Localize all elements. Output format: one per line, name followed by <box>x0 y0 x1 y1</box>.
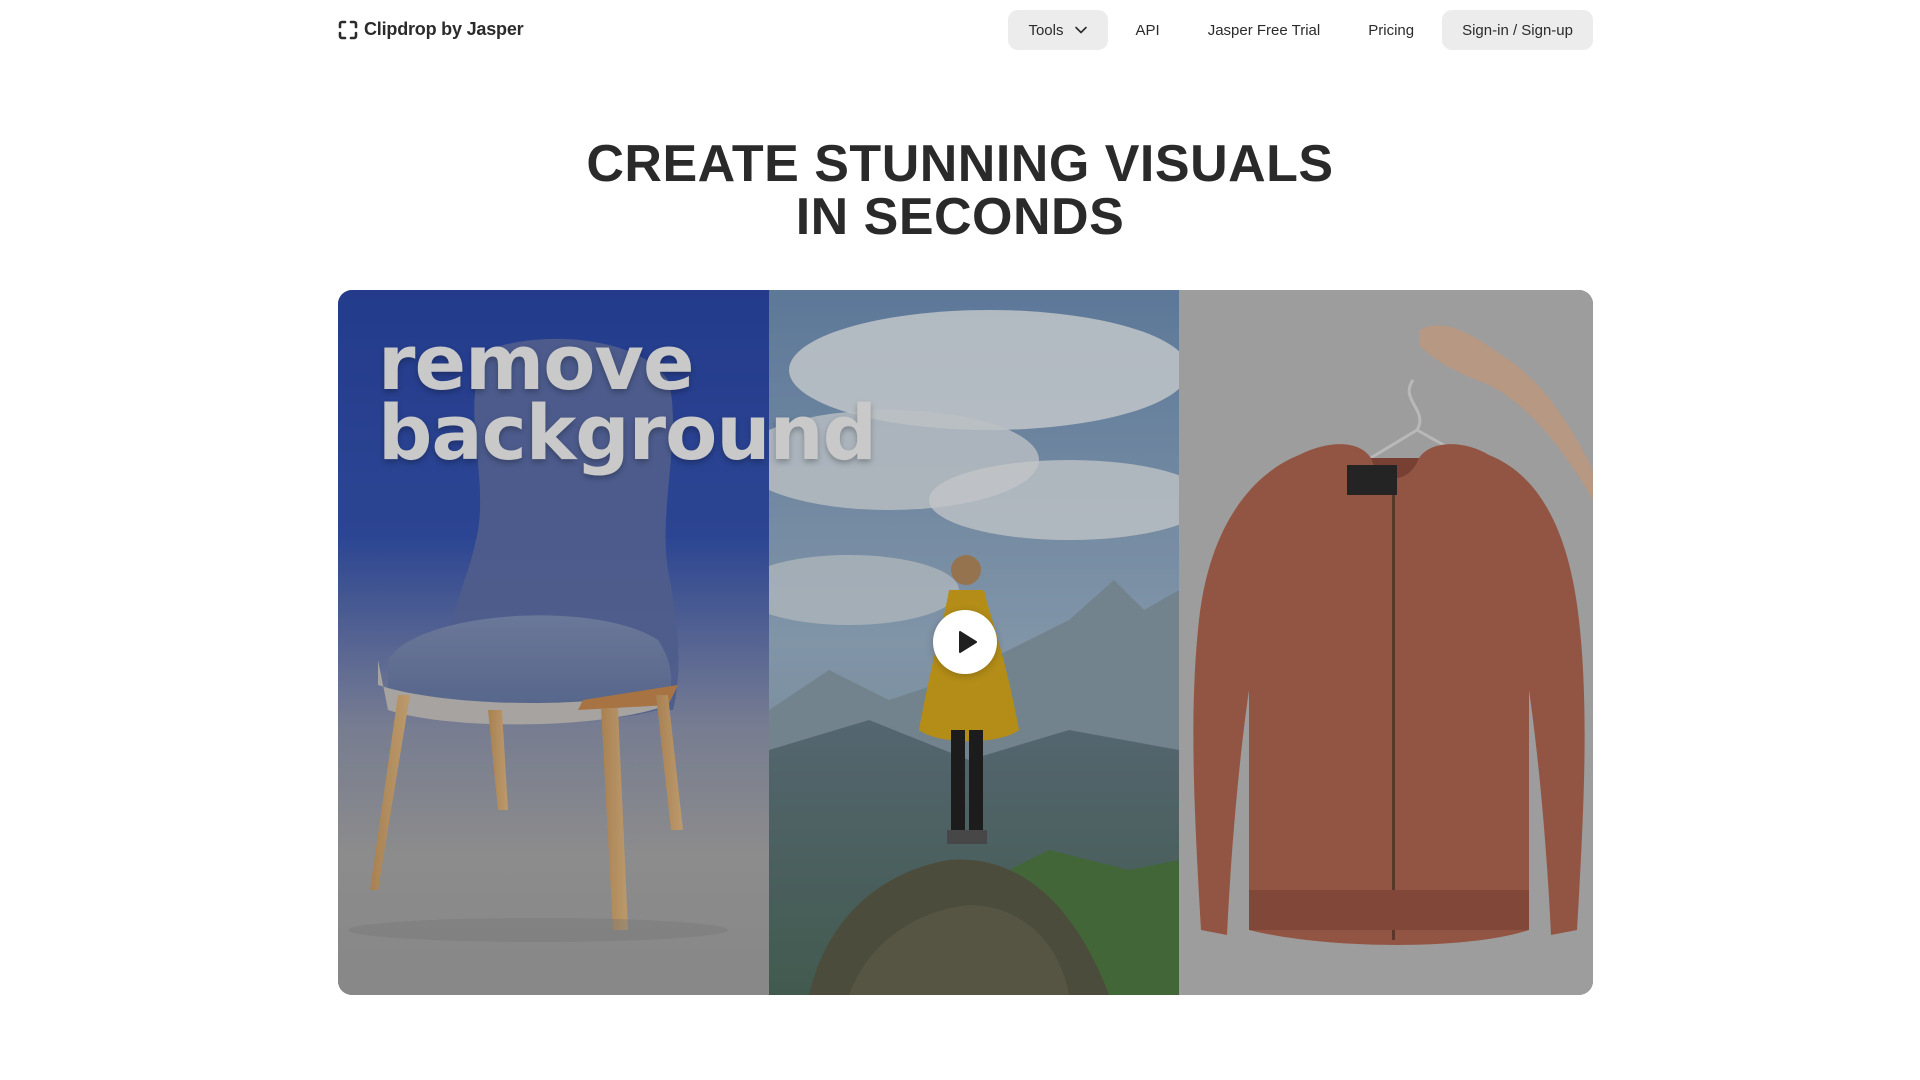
nav-link-pricing[interactable]: Pricing <box>1348 10 1434 50</box>
top-navbar: Clipdrop by Jasper Tools API Jasper Free… <box>0 0 1920 60</box>
hero-title-line-2: IN SECONDS <box>795 188 1125 246</box>
play-button[interactable] <box>933 610 997 674</box>
play-icon <box>959 631 977 653</box>
nav-link-jasper-free-trial[interactable]: Jasper Free Trial <box>1188 10 1341 50</box>
clipdrop-logo-icon <box>338 20 358 39</box>
hero-video-player[interactable]: remove background <box>338 290 1593 995</box>
hero-title-line-1: CREATE STUNNING VISUALS <box>586 135 1334 193</box>
sign-in-button[interactable]: Sign-in / Sign-up <box>1442 10 1593 50</box>
video-overlay-caption: remove background <box>378 325 877 477</box>
tools-label: Tools <box>1028 21 1064 39</box>
clipdrop-logo[interactable]: Clipdrop by Jasper <box>338 19 524 40</box>
tools-dropdown-button[interactable]: Tools <box>1008 10 1108 50</box>
nav-link-api[interactable]: API <box>1116 10 1180 50</box>
nav-menu: Tools API Jasper Free Trial Pricing Sign… <box>1008 10 1593 50</box>
logo-text: Clipdrop by Jasper <box>364 19 524 39</box>
hero-title: CREATE STUNNING VISUALS IN SECONDS <box>0 138 1920 244</box>
chevron-down-icon <box>1074 26 1087 34</box>
jacket-image-panel <box>1179 290 1593 995</box>
orange-jacket-image <box>1179 290 1593 995</box>
overlay-line-2: background <box>378 388 877 477</box>
